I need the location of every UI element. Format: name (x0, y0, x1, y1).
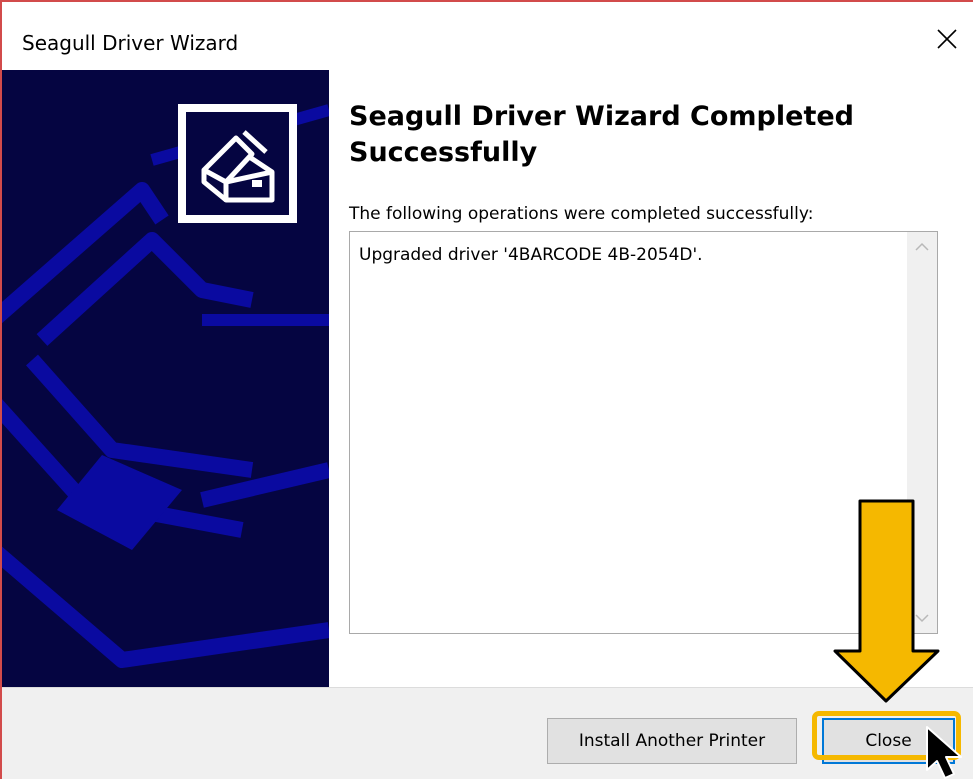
list-item: Upgraded driver '4BARCODE 4B-2054D'. (359, 245, 703, 265)
page-title: Seagull Driver Wizard Completed Successf… (349, 101, 854, 168)
printer-logo (178, 104, 297, 223)
install-another-printer-button[interactable]: Install Another Printer (547, 718, 797, 764)
mouse-pointer-icon (926, 726, 962, 779)
chevron-up-icon[interactable] (907, 232, 937, 262)
arrow-down-icon (833, 499, 940, 703)
title-bar[interactable]: Seagull Driver Wizard (2, 2, 973, 70)
window-title: Seagull Driver Wizard (22, 31, 239, 55)
operations-label: The following operations were completed … (349, 204, 814, 224)
wizard-window: Seagull Driver Wizard Seagull Driver Wiz… (0, 0, 973, 779)
close-icon[interactable] (932, 24, 962, 54)
printer-icon (201, 130, 275, 203)
